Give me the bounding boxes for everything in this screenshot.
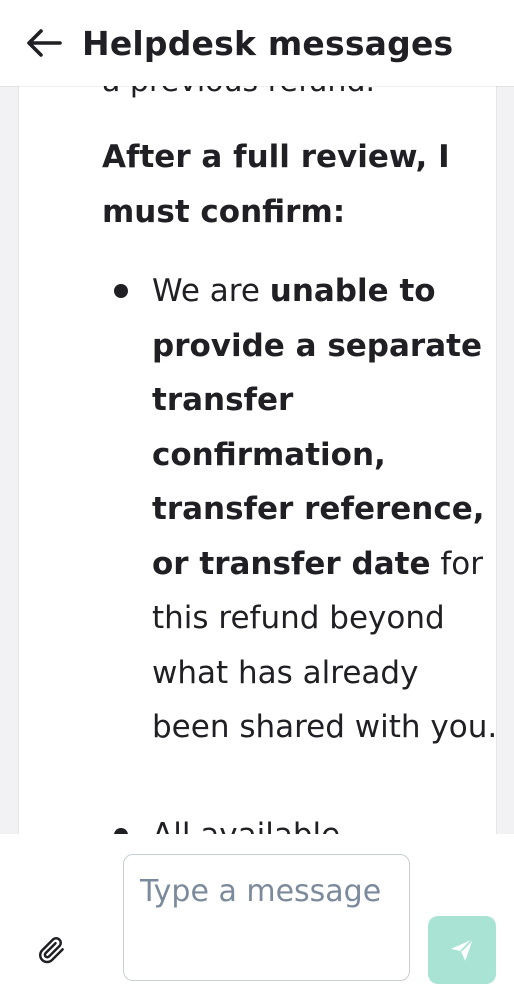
paperclip-icon bbox=[39, 937, 64, 964]
arrow-left-icon bbox=[27, 29, 62, 57]
send-icon bbox=[451, 938, 474, 961]
bullet-text-normal: All available bbox=[152, 817, 340, 834]
bullet-item: All available bbox=[114, 808, 502, 834]
bullet-item: We are unable to provide a separate tran… bbox=[114, 264, 502, 755]
message-thread[interactable]: a previous refund. After a full review, … bbox=[0, 86, 514, 834]
top-app-bar: Helpdesk messages bbox=[0, 0, 514, 86]
message-input[interactable] bbox=[123, 854, 410, 981]
attach-button[interactable] bbox=[34, 932, 70, 968]
bullet-text-normal: We are bbox=[152, 273, 270, 309]
bullet-text-bold: unable to provide a separate transfer co… bbox=[152, 273, 485, 582]
send-button[interactable] bbox=[428, 916, 496, 984]
back-button[interactable] bbox=[20, 19, 68, 67]
message-heading: After a full review, I must confirm: bbox=[102, 139, 450, 230]
message-text-clipped: a previous refund. bbox=[102, 86, 375, 99]
message-composer bbox=[0, 834, 514, 1000]
helpdesk-messages-screen: Helpdesk messages a previous refund. Aft… bbox=[0, 0, 514, 1000]
page-title: Helpdesk messages bbox=[82, 23, 454, 63]
bullet-marker bbox=[114, 284, 128, 298]
